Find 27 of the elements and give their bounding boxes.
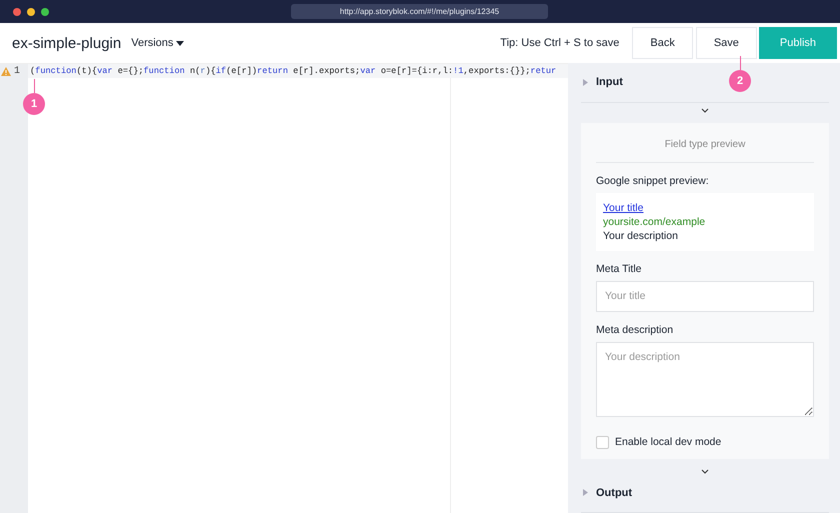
tip-text: Tip: Use Ctrl + S to save [500,37,620,49]
callout-marker: 2 [729,70,751,92]
header-button[interactable]: Save [696,27,757,59]
snippet-description: Your description [603,230,679,242]
plugin-title: ex-simple-plugin [12,34,122,52]
meta-title-field[interactable]: Your title [596,280,814,312]
triangle-icon [583,489,588,496]
checkbox[interactable] [596,436,609,448]
window-controls-icon[interactable] [13,8,49,16]
snippet-url: yoursite.com/example [603,216,706,228]
meta-description-field[interactable]: Your description [596,342,814,416]
preview-heading: Field type preview [596,122,814,162]
chevron-down-icon[interactable] [701,468,709,474]
field-label: Meta description [596,324,674,336]
caret-icon [176,40,184,46]
line-number: 1 [14,66,20,76]
chevron-down-icon[interactable] [701,108,709,112]
triangle-icon [583,78,588,86]
section-header[interactable]: Output [581,474,829,513]
checkbox-label: Enable local dev mode [615,436,722,448]
field-label: Google snippet preview: [596,174,710,186]
snippet-title-link[interactable]: Your title [603,202,807,214]
header-button[interactable]: Back [632,27,693,59]
address-bar[interactable]: http://app.storyblok.com/#!/me/plugins/12345 [291,4,548,19]
callout-marker: 1 [23,93,45,115]
field-label: Meta Title [596,262,643,274]
versions-dropdown[interactable]: Versions [131,37,184,49]
